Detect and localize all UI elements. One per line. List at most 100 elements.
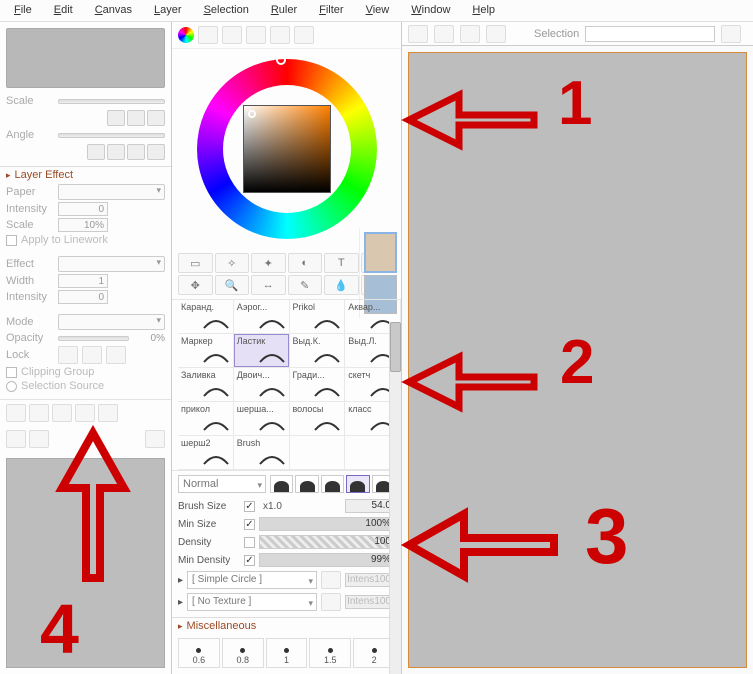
delete-layer-icon[interactable]	[29, 430, 49, 448]
menu-filter[interactable]: Filter	[319, 4, 343, 17]
zoom-in-btn[interactable]	[147, 110, 165, 126]
mid-panel-scrollbar[interactable]	[389, 322, 401, 674]
brush-preset[interactable]: Выд.К.	[290, 334, 346, 368]
lock-alpha-icon[interactable]	[58, 346, 78, 364]
density-pressure[interactable]	[244, 537, 255, 548]
brush-preset[interactable]: Гради...	[290, 368, 346, 402]
invert-icon[interactable]	[486, 25, 506, 43]
menu-file[interactable]: File	[14, 4, 32, 17]
mask-icon[interactable]	[145, 430, 165, 448]
menu-ruler[interactable]: Ruler	[271, 4, 297, 17]
deselect-icon[interactable]	[460, 25, 480, 43]
scratchpad-icon[interactable]	[294, 26, 314, 44]
undo-icon[interactable]	[408, 25, 428, 43]
rotate-ccw-btn[interactable]	[87, 144, 105, 160]
blend-mode-combo[interactable]: Normal	[178, 475, 266, 493]
zoom-tool[interactable]: 🔍	[215, 275, 250, 295]
brush-preset[interactable]: волосы	[290, 402, 346, 436]
spacing-1[interactable]: 1	[266, 638, 308, 668]
brush-preset[interactable]: Аэрог...	[234, 300, 290, 334]
edge-shape-2[interactable]	[295, 475, 318, 493]
shape-tool[interactable]: ◐	[288, 253, 323, 273]
density-value[interactable]: 100	[259, 535, 395, 549]
rect-select-tool[interactable]: ▭	[178, 253, 213, 273]
rotate-tool[interactable]: ↔	[251, 275, 286, 295]
effect-intensity-field[interactable]: 0	[58, 290, 108, 304]
brush-shape-combo[interactable]: [ Simple Circle ]	[187, 571, 317, 589]
brush-preset[interactable]: шерш2	[178, 436, 234, 470]
clear-layer-icon[interactable]	[6, 430, 26, 448]
magic-wand-tool[interactable]: ✦	[251, 253, 286, 273]
edge-shape-4[interactable]	[346, 475, 369, 493]
move-tool[interactable]: ✥	[178, 275, 213, 295]
spacing-0.8[interactable]: 0.8	[222, 638, 264, 668]
lock-move-icon[interactable]	[82, 346, 102, 364]
paper-intensity-field[interactable]: 0	[58, 202, 108, 216]
hsv-slider-icon[interactable]	[222, 26, 242, 44]
paper-scale-field[interactable]: 10%	[58, 218, 108, 232]
lock-all-icon[interactable]	[106, 346, 126, 364]
menu-selection[interactable]: Selection	[204, 4, 249, 17]
brush-shape-intensity[interactable]: Intens100	[345, 573, 395, 587]
brush-preset[interactable]: Каранд.	[178, 300, 234, 334]
eyedrop-tool[interactable]: 💧	[324, 275, 359, 295]
brush-preset[interactable]: Brush	[234, 436, 290, 470]
opacity-slider[interactable]	[58, 336, 129, 341]
hand-tool[interactable]: ✎	[288, 275, 323, 295]
spacing-0.6[interactable]: 0.6	[178, 638, 220, 668]
sv-picker-marker[interactable]	[248, 110, 256, 118]
clipping-group-check[interactable]	[6, 367, 17, 378]
canvas[interactable]	[408, 52, 747, 668]
swatches-icon[interactable]	[270, 26, 290, 44]
rotate-reset-btn[interactable]	[107, 144, 125, 160]
zoom-reset-btn[interactable]	[127, 110, 145, 126]
foreground-swatch[interactable]	[364, 232, 397, 273]
menu-help[interactable]: Help	[472, 4, 495, 17]
min-density-pressure[interactable]	[244, 555, 255, 566]
selection-field[interactable]	[585, 26, 715, 42]
redo-icon[interactable]	[434, 25, 454, 43]
flip-btn[interactable]	[147, 144, 165, 160]
gray-slider-icon[interactable]	[246, 26, 266, 44]
edge-shape-3[interactable]	[321, 475, 344, 493]
transfer-down-icon[interactable]	[75, 404, 95, 422]
misc-header[interactable]: Miscellaneous	[172, 617, 401, 634]
brush-preset[interactable]: Prikol	[290, 300, 346, 334]
min-density-value[interactable]: 99%	[259, 553, 395, 567]
hue-ring-marker[interactable]	[276, 55, 286, 65]
text-tool[interactable]: T	[324, 253, 359, 273]
brush-preset[interactable]: Ластик	[234, 334, 290, 368]
min-size-value[interactable]: 100%	[259, 517, 395, 531]
color-wheel[interactable]	[172, 49, 401, 249]
layer-effect-header[interactable]: Layer Effect	[0, 166, 171, 183]
brush-texture-intensity[interactable]: Intens100	[345, 595, 395, 609]
color-wheel-mode-icon[interactable]	[178, 27, 194, 43]
merge-down-icon[interactable]	[98, 404, 118, 422]
menu-canvas[interactable]: Canvas	[95, 4, 132, 17]
brush-size-pressure[interactable]	[244, 501, 255, 512]
menu-window[interactable]: Window	[411, 4, 450, 17]
menu-edit[interactable]: Edit	[54, 4, 73, 17]
new-layer-icon[interactable]	[6, 404, 26, 422]
zoom-out-btn[interactable]	[107, 110, 125, 126]
min-size-pressure[interactable]	[244, 519, 255, 530]
brush-preset[interactable]: Маркер	[178, 334, 234, 368]
rgb-slider-icon[interactable]	[198, 26, 218, 44]
brush-preset[interactable]: шерша...	[234, 402, 290, 436]
new-set-icon[interactable]	[52, 404, 72, 422]
brush-preset[interactable]: Двоич...	[234, 368, 290, 402]
brush-preset[interactable]: Заливка	[178, 368, 234, 402]
apply-linework-check[interactable]	[6, 235, 17, 246]
selection-dropdown-icon[interactable]	[721, 25, 741, 43]
layer-list[interactable]	[6, 458, 165, 668]
lasso-tool[interactable]: ✧	[215, 253, 250, 273]
effect-width-field[interactable]: 1	[58, 274, 108, 288]
brush-size-value[interactable]: 54.0	[345, 499, 395, 513]
angle-slider[interactable]	[58, 133, 165, 138]
menu-layer[interactable]: Layer	[154, 4, 182, 17]
rotate-cw-btn[interactable]	[127, 144, 145, 160]
mode-combo[interactable]	[58, 314, 165, 330]
brush-shape-clear[interactable]	[321, 571, 341, 589]
brush-texture-combo[interactable]: [ No Texture ]	[187, 593, 317, 611]
menu-view[interactable]: View	[366, 4, 390, 17]
